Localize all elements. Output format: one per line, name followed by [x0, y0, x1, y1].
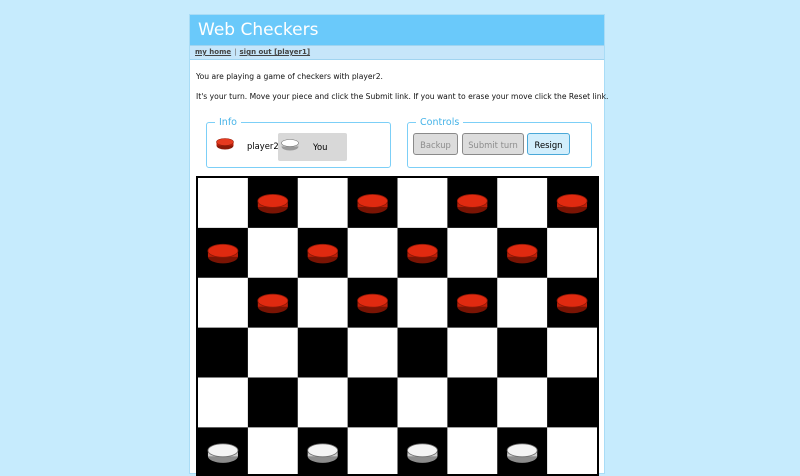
board-square[interactable]: [547, 377, 597, 428]
board-square[interactable]: [297, 277, 349, 329]
board-grid: [198, 178, 597, 474]
red-piece[interactable]: [207, 243, 239, 264]
red-piece[interactable]: [456, 194, 488, 214]
board-square[interactable]: [547, 427, 597, 474]
info-legend: Info: [219, 117, 237, 128]
board-square[interactable]: [297, 178, 349, 229]
board-square[interactable]: [347, 427, 398, 474]
turn-message: It's your turn. Move your piece and clic…: [196, 92, 609, 101]
controls-legend: Controls: [420, 117, 460, 128]
app-title: Web Checkers: [190, 15, 604, 45]
board-square[interactable]: [447, 377, 498, 428]
board-square[interactable]: [198, 327, 249, 378]
red-piece[interactable]: [506, 243, 538, 264]
red-piece[interactable]: [556, 293, 588, 314]
white-piece[interactable]: [506, 443, 538, 463]
info-panel: Info player2 You: [206, 117, 391, 168]
board-square[interactable]: [397, 377, 448, 428]
checkers-board: [196, 176, 599, 476]
you-label: You: [313, 142, 328, 152]
white-piece[interactable]: [207, 443, 239, 463]
board-square[interactable]: [297, 377, 349, 428]
board-square[interactable]: [497, 277, 548, 329]
red-piece[interactable]: [307, 243, 339, 264]
white-piece-icon: [281, 139, 299, 151]
board-square[interactable]: [447, 227, 498, 279]
controls-panel: Controls Backup Submit turn Resign: [407, 117, 592, 168]
board-square[interactable]: [198, 178, 249, 229]
current-player-indicator: You: [278, 133, 347, 161]
red-piece[interactable]: [357, 293, 388, 314]
red-piece[interactable]: [456, 293, 488, 314]
nav-separator: |: [234, 48, 237, 56]
resign-button[interactable]: Resign: [527, 133, 570, 155]
board-square[interactable]: [447, 327, 498, 378]
board-square[interactable]: [447, 427, 498, 474]
board-square[interactable]: [397, 178, 448, 229]
board-square[interactable]: [247, 227, 299, 279]
submit-turn-button[interactable]: Submit turn: [462, 133, 524, 155]
opponent-name: player2: [247, 141, 279, 151]
board-square[interactable]: [247, 427, 299, 474]
board-square[interactable]: [547, 227, 597, 279]
board-square[interactable]: [347, 227, 398, 279]
board-square[interactable]: [198, 377, 249, 428]
board-square[interactable]: [297, 327, 349, 378]
board-square[interactable]: [247, 327, 299, 378]
red-piece-icon: [216, 138, 234, 150]
red-piece[interactable]: [556, 194, 588, 214]
white-piece[interactable]: [307, 443, 339, 463]
game-page: Web Checkers my home | sign out [player1] …: [189, 14, 609, 476]
red-piece[interactable]: [407, 243, 438, 264]
sign-out-link[interactable]: sign out [player1]: [240, 48, 311, 56]
white-piece[interactable]: [407, 443, 438, 463]
board-square[interactable]: [397, 277, 448, 329]
board-square[interactable]: [347, 377, 398, 428]
backup-button[interactable]: Backup: [413, 133, 458, 155]
board-square[interactable]: [397, 327, 448, 378]
board-square[interactable]: [497, 377, 548, 428]
board-square[interactable]: [198, 277, 249, 329]
opponent-message: You are playing a game of checkers with …: [196, 72, 383, 81]
red-piece[interactable]: [257, 293, 289, 314]
board-square[interactable]: [347, 327, 398, 378]
board-square[interactable]: [547, 327, 597, 378]
my-home-link[interactable]: my home: [195, 48, 231, 56]
nav-bar: my home | sign out [player1]: [190, 45, 604, 60]
red-piece[interactable]: [257, 194, 289, 214]
red-piece[interactable]: [357, 194, 388, 214]
board-square[interactable]: [497, 327, 548, 378]
board-square[interactable]: [247, 377, 299, 428]
board-square[interactable]: [497, 178, 548, 229]
